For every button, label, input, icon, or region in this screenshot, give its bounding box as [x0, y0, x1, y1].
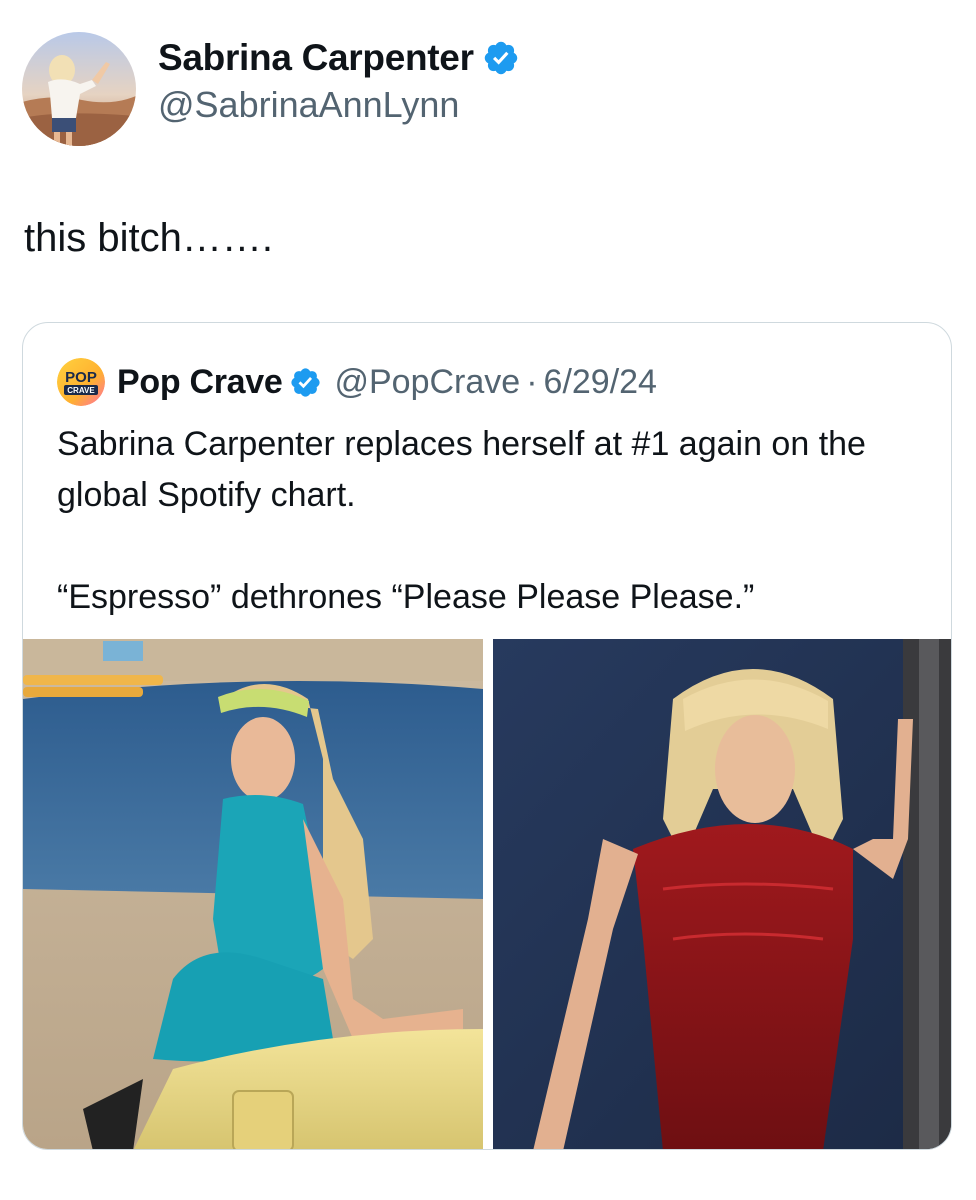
- quoted-text-line-1: Sabrina Carpenter replaces herself at #1…: [57, 425, 866, 514]
- tweet-text: this bitch…….: [24, 216, 273, 260]
- quoted-date[interactable]: 6/29/24: [544, 363, 657, 402]
- quoted-tweet-card[interactable]: POP CRAVE Pop Crave @PopCrave · 6/29/24 …: [22, 322, 952, 1150]
- quoted-tweet-header: POP CRAVE Pop Crave @PopCrave · 6/29/24: [57, 353, 657, 411]
- quoted-media-grid: [23, 639, 951, 1149]
- quoted-text-line-2: “Espresso” dethrones “Please Please Plea…: [57, 578, 755, 616]
- author-avatar[interactable]: [22, 32, 136, 146]
- author-handle[interactable]: @SabrinaAnnLynn: [158, 83, 520, 127]
- author-display-name[interactable]: Sabrina Carpenter: [158, 35, 474, 81]
- quoted-handle[interactable]: @PopCrave: [334, 363, 520, 402]
- verified-badge-icon: [484, 41, 517, 75]
- tweet-header: Sabrina Carpenter @SabrinaAnnLynn: [22, 30, 520, 148]
- pop-crave-logo-text-top: POP: [65, 369, 97, 386]
- pop-crave-logo[interactable]: POP CRAVE: [57, 358, 105, 406]
- photo-beach-icon[interactable]: [23, 639, 483, 1149]
- photo-red-dress-icon[interactable]: [493, 639, 951, 1149]
- quoted-display-name[interactable]: Pop Crave: [117, 363, 283, 402]
- quoted-verified-badge-icon: [291, 367, 321, 397]
- quoted-tweet-text: Sabrina Carpenter replaces herself at #1…: [57, 419, 937, 623]
- quoted-separator: ·: [526, 362, 538, 401]
- pop-crave-logo-text-bottom: CRAVE: [67, 386, 95, 395]
